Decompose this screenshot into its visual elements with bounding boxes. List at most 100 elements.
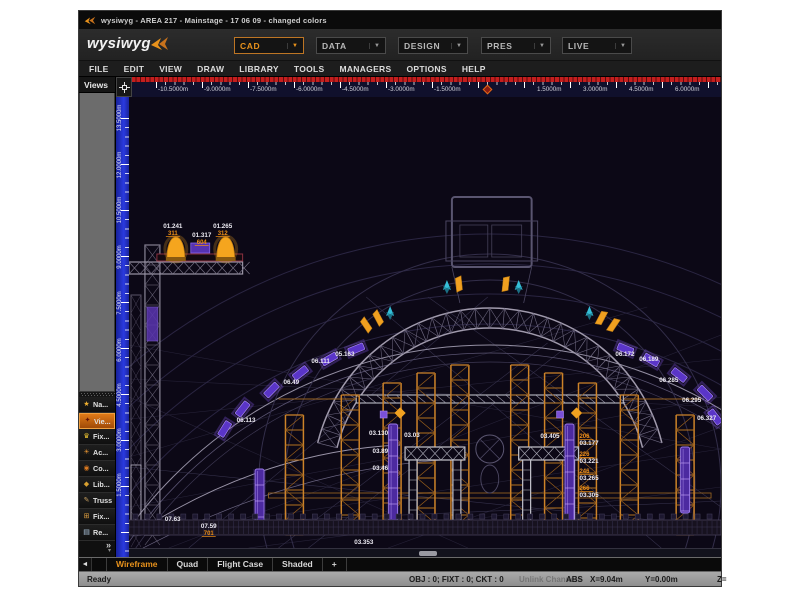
shortcut-ac[interactable]: ☀Ac... bbox=[79, 445, 115, 461]
shortcut-bar: ★Na...✦Vie...♛Fix...☀Ac...◉Co...◆Lib...✎… bbox=[79, 397, 115, 541]
views-panel-tab[interactable]: Views bbox=[79, 77, 115, 93]
sidebar: Views ★Na...✦Vie...♛Fix...☀Ac...◉Co...◆L… bbox=[79, 77, 116, 557]
v-ruler-label: 4.5000m bbox=[117, 375, 123, 415]
title-bar[interactable]: wysiwyg - AREA 217 - Mainstage - 17 06 0… bbox=[79, 11, 721, 29]
status-x-coordinate: X=9.04m bbox=[590, 575, 623, 584]
svg-text:312: 312 bbox=[218, 231, 229, 237]
shortcut-label: Re... bbox=[93, 528, 108, 537]
h-ruler-label: -6.0000m bbox=[296, 86, 323, 93]
mode-pres-dropdown[interactable]: PRES▼ bbox=[481, 37, 551, 54]
horizontal-ruler: -10.5000m-9.0000m-7.5000m-6.0000m-4.5000… bbox=[116, 77, 721, 97]
mode-design-dropdown[interactable]: DESIGN▼ bbox=[398, 37, 468, 54]
menu-draw[interactable]: DRAW bbox=[197, 64, 224, 74]
view-tab-quad[interactable]: Quad bbox=[168, 558, 209, 571]
pan-tool-button[interactable] bbox=[116, 77, 132, 97]
library-icon: ◆ bbox=[81, 481, 92, 489]
shortcut-co[interactable]: ◉Co... bbox=[79, 461, 115, 477]
svg-text:03.305: 03.305 bbox=[579, 492, 599, 499]
menu-options[interactable]: OPTIONS bbox=[406, 64, 446, 74]
svg-text:03.265: 03.265 bbox=[579, 475, 599, 482]
horizontal-scrollbar[interactable] bbox=[129, 548, 721, 557]
h-ruler-label: 6.0000m bbox=[675, 86, 700, 93]
svg-text:03.130: 03.130 bbox=[369, 430, 389, 437]
shortcut-lib[interactable]: ◆Lib... bbox=[79, 477, 115, 493]
svg-text:03.221: 03.221 bbox=[579, 458, 599, 465]
shortcut-truss[interactable]: ✎Truss bbox=[79, 493, 115, 509]
h-ruler-label: -7.5000m bbox=[250, 86, 277, 93]
shortcut-vie[interactable]: ✦Vie... bbox=[79, 413, 115, 429]
h-ruler-label: -9.0000m bbox=[204, 86, 231, 93]
view-tab-+[interactable]: + bbox=[323, 558, 347, 571]
h-ruler-label: 3.0000m bbox=[583, 86, 608, 93]
shortcut-overflow[interactable]: » ▾ bbox=[79, 541, 115, 557]
menu-file[interactable]: FILE bbox=[89, 64, 109, 74]
vertical-ruler: 13.5000m12.0000m10.5000m9.0000m7.5000m6.… bbox=[116, 97, 129, 557]
svg-text:07.63: 07.63 bbox=[165, 516, 181, 523]
svg-text:06.327: 06.327 bbox=[697, 415, 717, 422]
svg-text:226: 226 bbox=[579, 452, 590, 458]
svg-text:07.59: 07.59 bbox=[201, 523, 217, 530]
view-tab-flight-case[interactable]: Flight Case bbox=[208, 558, 273, 571]
svg-text:06.285: 06.285 bbox=[659, 377, 679, 384]
shortcut-label: Truss bbox=[93, 496, 112, 505]
svg-text:701: 701 bbox=[204, 531, 215, 537]
v-ruler-label: 10.5000m bbox=[117, 190, 123, 230]
views-icon: ✦ bbox=[82, 417, 93, 425]
v-ruler-label: 9.0000m bbox=[117, 237, 123, 277]
mode-live-dropdown[interactable]: LIVE▼ bbox=[562, 37, 632, 54]
scrollbar-thumb[interactable] bbox=[419, 551, 437, 556]
view-tabs: WireframeQuadFlight CaseShaded+ bbox=[106, 558, 347, 571]
mode-cad-dropdown[interactable]: CAD▼ bbox=[234, 37, 304, 54]
svg-text:06.295: 06.295 bbox=[682, 397, 702, 404]
shortcut-re[interactable]: ▤Re... bbox=[79, 525, 115, 541]
shortcut-fix[interactable]: ⊞Fix... bbox=[79, 509, 115, 525]
menu-library[interactable]: LIBRARY bbox=[239, 64, 279, 74]
shortcut-na[interactable]: ★Na... bbox=[79, 397, 115, 413]
h-ruler-label: 1.5000m bbox=[537, 86, 562, 93]
status-selection-counts: OBJ : 0; FIXT : 0; CKT : 0 bbox=[409, 575, 504, 584]
h-ruler-label: -10.5000m bbox=[158, 86, 188, 93]
dropdown-caret-icon: ▼ bbox=[287, 43, 298, 49]
status-ready: Ready bbox=[87, 575, 111, 584]
view-tab-shaded[interactable]: Shaded bbox=[273, 558, 323, 571]
status-y-coordinate: Y=0.00m bbox=[645, 575, 678, 584]
svg-text:06.111: 06.111 bbox=[311, 358, 330, 365]
wysiwyg-logo: wysiwyg bbox=[87, 35, 169, 52]
menu-bar: FILE EDIT VIEW DRAW LIBRARY TOOLS MANAGERS OPTI… bbox=[79, 61, 721, 77]
view-tab-wireframe[interactable]: Wireframe bbox=[106, 558, 168, 571]
status-bar: Ready OBJ : 0; FIXT : 0; CKT : 0 Unlink … bbox=[79, 571, 721, 586]
dropdown-caret-icon: ▼ bbox=[451, 43, 462, 49]
render-icon: ▤ bbox=[81, 529, 92, 537]
views-panel[interactable] bbox=[79, 93, 115, 392]
shortcut-label: Lib... bbox=[93, 480, 110, 489]
tab-scroll-left-button[interactable]: ◄ bbox=[79, 558, 92, 571]
shortcut-label: Co... bbox=[93, 464, 109, 473]
v-ruler-label: 6.0000m bbox=[117, 330, 123, 370]
svg-text:03.353: 03.353 bbox=[354, 539, 374, 546]
butterfly-icon bbox=[149, 36, 169, 51]
shortcut-fix[interactable]: ♛Fix... bbox=[79, 429, 115, 445]
menu-help[interactable]: HELP bbox=[462, 64, 486, 74]
window-title: wysiwyg - AREA 217 - Mainstage - 17 06 0… bbox=[101, 16, 327, 25]
menu-tools[interactable]: TOOLS bbox=[294, 64, 325, 74]
shortcut-label: Fix... bbox=[93, 512, 109, 521]
cad-viewport[interactable]: 01.24131101.31760401.26531206.11306.4906… bbox=[129, 97, 721, 548]
mode-data-dropdown[interactable]: DATA▼ bbox=[316, 37, 386, 54]
h-ruler-label: 4.5000m bbox=[629, 86, 654, 93]
shortcut-label: Vie... bbox=[94, 417, 111, 426]
pan-icon bbox=[119, 82, 130, 93]
svg-text:604: 604 bbox=[197, 240, 208, 246]
menu-managers[interactable]: MANAGERS bbox=[339, 64, 391, 74]
shortcut-label: Na... bbox=[93, 400, 108, 409]
menu-view[interactable]: VIEW bbox=[159, 64, 182, 74]
fixtures-icon: ⊞ bbox=[81, 513, 92, 521]
menu-edit[interactable]: EDIT bbox=[124, 64, 145, 74]
svg-text:06.189: 06.189 bbox=[639, 356, 659, 363]
svg-text:06.49: 06.49 bbox=[283, 379, 299, 386]
status-coord-mode[interactable]: ABS bbox=[566, 575, 583, 584]
svg-text:266: 266 bbox=[579, 486, 590, 492]
chevron-right-icon[interactable]: » bbox=[79, 541, 111, 549]
svg-text:06.172: 06.172 bbox=[615, 351, 635, 358]
svg-text:01.317: 01.317 bbox=[192, 232, 212, 239]
status-z-coordinate: Z= bbox=[717, 575, 727, 584]
